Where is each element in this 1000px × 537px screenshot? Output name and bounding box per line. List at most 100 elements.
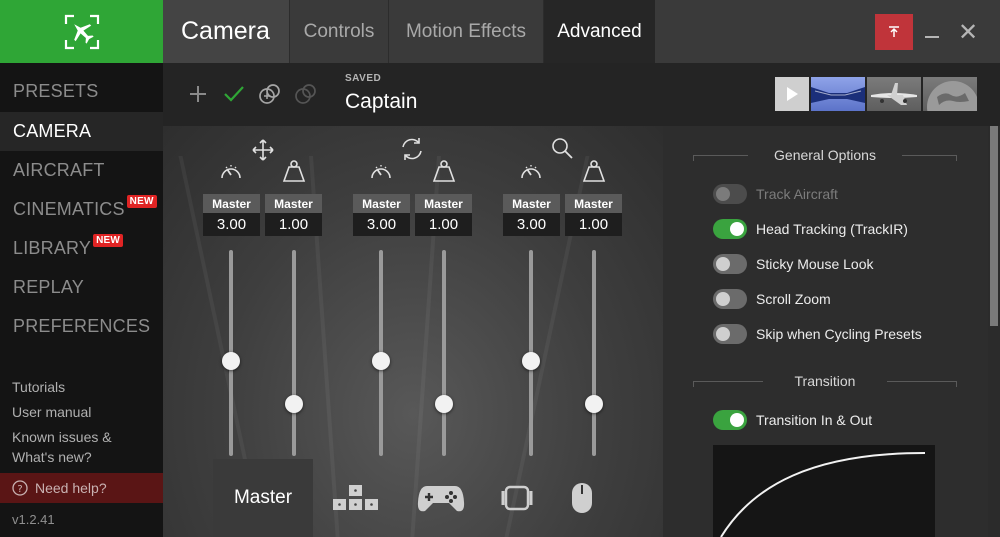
version-label: v1.2.41 <box>12 512 55 527</box>
page-title: Camera <box>163 0 289 63</box>
save-preset-button[interactable] <box>221 81 247 107</box>
head-tracking-option[interactable]: Head Tracking (TrackIR) <box>713 218 908 240</box>
preset-name: Captain <box>345 90 418 113</box>
exterior-view-button[interactable] <box>867 77 921 111</box>
slider-handle[interactable] <box>435 394 453 413</box>
add-preset-button[interactable] <box>185 81 211 107</box>
weight-icon <box>431 158 457 184</box>
device-tab-trackir[interactable] <box>488 459 546 537</box>
sidebar-item-camera[interactable]: CAMERA <box>0 112 163 151</box>
sensitivity-panel: Master 3.00 Master 1.00 Master 3.00 Mast… <box>163 126 663 537</box>
zoom-smoothing-slider[interactable] <box>585 250 603 456</box>
tutorials-link[interactable]: Tutorials <box>12 378 65 396</box>
check-icon <box>224 86 244 102</box>
gamepad-icon <box>417 486 465 512</box>
minimize-icon <box>925 36 939 38</box>
sidebar-item-replay[interactable]: REPLAY <box>0 268 163 307</box>
skip-cycling-toggle[interactable] <box>713 324 747 344</box>
revert-icon <box>295 84 316 104</box>
move-speed-slider[interactable] <box>222 250 240 456</box>
move-smoothing-slider[interactable] <box>285 250 303 456</box>
tab-motion-effects[interactable]: Motion Effects <box>388 0 543 63</box>
pin-on-top-button[interactable] <box>875 14 913 50</box>
sidebar-item-library[interactable]: LIBRARY NEW <box>0 229 163 268</box>
device-tab-master[interactable]: Master <box>213 459 313 537</box>
tab-controls[interactable]: Controls <box>289 0 388 63</box>
play-icon <box>787 87 798 101</box>
pin-top-icon <box>889 26 899 37</box>
close-icon: ✕ <box>957 18 979 46</box>
device-tab-mouse[interactable] <box>558 459 606 537</box>
duplicate-icon <box>259 84 280 104</box>
plus-icon <box>190 86 206 102</box>
tab-advanced[interactable]: Advanced <box>543 0 655 63</box>
track-aircraft-option[interactable]: Track Aircraft <box>713 183 838 205</box>
reset-preset-button[interactable] <box>293 81 319 107</box>
cockpit-view-button[interactable] <box>811 77 865 111</box>
preset-bar: SAVED Captain <box>163 63 1000 133</box>
app-logo[interactable] <box>0 0 163 63</box>
move-speed-value[interactable]: Master 3.00 <box>203 194 260 236</box>
sidebar-item-aircraft[interactable]: AIRCRAFT <box>0 151 163 190</box>
new-badge: NEW <box>126 195 157 208</box>
close-button[interactable]: ✕ <box>953 14 983 50</box>
speedometer-icon <box>369 160 393 184</box>
device-tab-keyboard[interactable] <box>323 459 389 537</box>
top-bar: Camera Controls Motion Effects Advanced … <box>163 0 1000 63</box>
slider-handle[interactable] <box>372 351 390 370</box>
transition-curve-graph[interactable] <box>713 445 935 537</box>
rotate-smoothing-slider[interactable] <box>435 250 453 456</box>
track-aircraft-toggle[interactable] <box>713 184 747 204</box>
scroll-zoom-toggle[interactable] <box>713 289 747 309</box>
speedometer-icon <box>519 160 543 184</box>
scroll-zoom-option[interactable]: Scroll Zoom <box>713 288 831 310</box>
map-view-button[interactable] <box>923 77 979 133</box>
move-smoothing-value[interactable]: Master 1.00 <box>265 194 322 236</box>
weight-icon <box>581 158 607 184</box>
airliner-icon <box>871 83 917 105</box>
rotate-smoothing-value[interactable]: Master 1.00 <box>415 194 472 236</box>
transition-in-out-toggle[interactable] <box>713 410 747 430</box>
general-options-header: General Options <box>693 147 957 163</box>
zoom-speed-slider[interactable] <box>522 250 540 456</box>
options-scrollbar[interactable] <box>988 126 1000 537</box>
trackir-icon <box>501 485 533 511</box>
rotate-speed-value[interactable]: Master 3.00 <box>353 194 410 236</box>
zoom-speed-value[interactable]: Master 3.00 <box>503 194 560 236</box>
sidebar-item-preferences[interactable]: PREFERENCES <box>0 307 163 346</box>
options-panel: General Options Track Aircraft Head Trac… <box>663 126 1000 537</box>
slider-handle[interactable] <box>285 394 303 413</box>
whats-new-link[interactable]: What's new? <box>12 448 92 466</box>
head-tracking-toggle[interactable] <box>713 219 747 239</box>
slider-handle[interactable] <box>585 394 603 413</box>
play-view-button[interactable] <box>775 77 809 111</box>
speedometer-icon <box>219 160 243 184</box>
keyboard-icon <box>333 485 378 510</box>
need-help-button[interactable]: ? Need help? <box>0 473 163 503</box>
mouse-icon <box>572 483 592 513</box>
transition-in-out-option[interactable]: Transition In & Out <box>713 409 872 431</box>
duplicate-preset-button[interactable] <box>257 81 283 107</box>
question-circle-icon: ? <box>12 480 28 496</box>
sticky-mouse-look-option[interactable]: Sticky Mouse Look <box>713 253 874 275</box>
slider-handle[interactable] <box>522 351 540 370</box>
slider-handle[interactable] <box>222 351 240 370</box>
svg-text:?: ? <box>17 484 22 495</box>
saved-label: SAVED <box>345 73 382 84</box>
sticky-mouse-look-toggle[interactable] <box>713 254 747 274</box>
device-tab-gamepad[interactable] <box>408 459 474 537</box>
rotate-speed-slider[interactable] <box>372 250 390 456</box>
transition-header: Transition <box>693 373 957 389</box>
sidebar: PRESETS CAMERA AIRCRAFT CINEMATICS NEW L… <box>0 63 163 537</box>
user-manual-link[interactable]: User manual <box>12 403 91 421</box>
cockpit-view-icon <box>811 87 865 103</box>
weight-icon <box>281 158 307 184</box>
skip-cycling-option[interactable]: Skip when Cycling Presets <box>713 323 922 345</box>
zoom-smoothing-value[interactable]: Master 1.00 <box>565 194 622 236</box>
sidebar-item-presets[interactable]: PRESETS <box>0 72 163 111</box>
sidebar-item-cinematics[interactable]: CINEMATICS NEW <box>0 190 163 229</box>
minimize-button[interactable] <box>917 14 947 50</box>
scrollbar-thumb[interactable] <box>990 126 998 326</box>
move-icon <box>251 138 275 162</box>
known-issues-link[interactable]: Known issues & <box>12 428 112 446</box>
